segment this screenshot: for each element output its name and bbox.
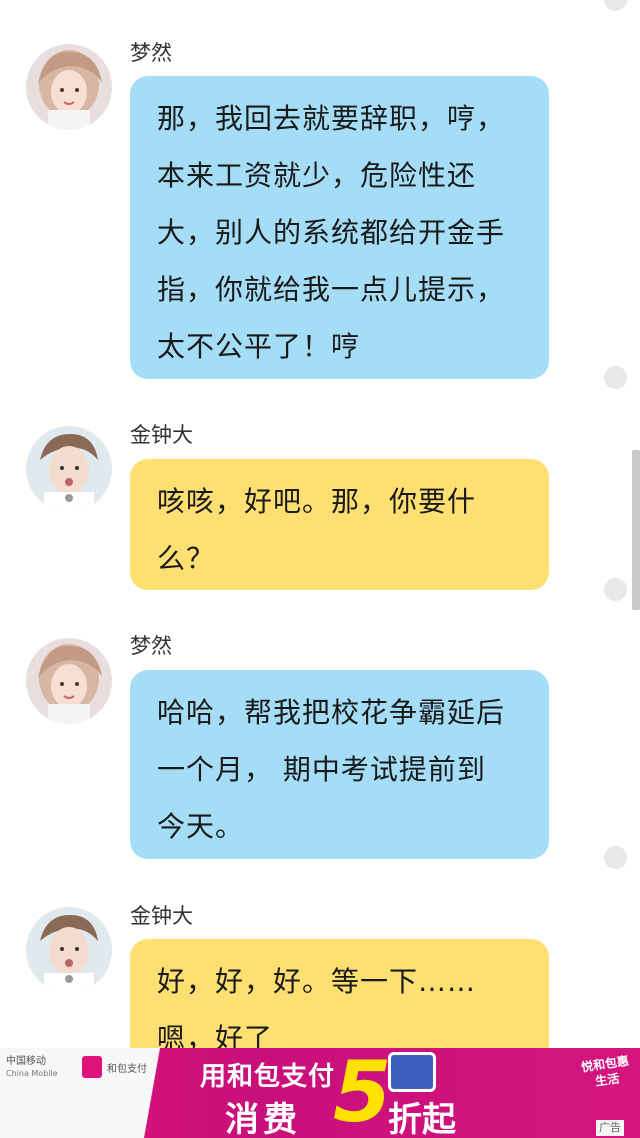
- message-line: 太不公平了！哼: [157, 330, 361, 363]
- avatar-mengran[interactable]: [26, 44, 112, 130]
- message-line: 那，我回去就要辞职，哼，: [157, 102, 506, 135]
- message-line: 咳咳，好吧。那，你要什: [157, 485, 477, 518]
- ad-headline: 用和包支付: [200, 1062, 336, 1092]
- ad-discount-number: 5: [333, 1048, 392, 1138]
- message-line: 好，好，好。等一下……: [157, 965, 477, 998]
- message-menu-dot[interactable]: [604, 846, 627, 869]
- message-bubble[interactable]: 那，我回去就要辞职，哼， 本来工资就少，危险性还 大，别人的系统都给开金手 指，…: [130, 76, 549, 379]
- sender-name: 金钟大: [130, 423, 193, 447]
- message-menu-dot[interactable]: [604, 578, 627, 601]
- message-line: 大，别人的系统都给开金手: [157, 216, 506, 249]
- carrier-name-en: China Mobile: [6, 1069, 58, 1078]
- message-menu-dot[interactable]: [604, 366, 627, 389]
- phone-icon: [388, 1052, 436, 1092]
- partner-name: 和包支付: [107, 1064, 147, 1075]
- avatar-mengran[interactable]: [26, 638, 112, 724]
- sender-name: 梦然: [130, 634, 172, 658]
- carrier-name: 中国移动: [6, 1056, 46, 1067]
- avatar-jinzhongda[interactable]: [26, 907, 112, 993]
- message-line: 么？: [157, 542, 216, 575]
- message-menu-dot[interactable]: [604, 0, 627, 11]
- message-bubble[interactable]: 哈哈，帮我把校花争霸延后 一个月， 期中考试提前到 今天。: [130, 670, 549, 859]
- hebao-logo-icon: [82, 1056, 102, 1078]
- ad-banner[interactable]: 中国移动 China Mobile 和包支付 用和包支付 消费 5 折起 悦和包…: [0, 1048, 640, 1138]
- message-line: 哈哈，帮我把校花争霸延后: [157, 696, 506, 729]
- ad-label[interactable]: 广告: [596, 1120, 624, 1136]
- ad-subline-left: 消费: [225, 1100, 301, 1138]
- china-mobile-logo: 中国移动 China Mobile: [6, 1056, 58, 1080]
- ad-badge: 悦和包惠生活: [580, 1053, 630, 1089]
- message-line: 一个月， 期中考试提前到: [157, 753, 486, 786]
- ad-subline-right: 折起: [388, 1100, 456, 1138]
- message-bubble[interactable]: 咳咳，好吧。那，你要什 么？: [130, 459, 549, 590]
- sender-name: 金钟大: [130, 904, 193, 928]
- scrollbar[interactable]: [632, 450, 640, 610]
- message-line: 指，你就给我一点儿提示，: [157, 273, 506, 306]
- avatar-jinzhongda[interactable]: [26, 426, 112, 512]
- message-line: 今天。: [157, 810, 245, 843]
- message-line: 本来工资就少，危险性还: [157, 159, 477, 192]
- sender-name: 梦然: [130, 41, 172, 65]
